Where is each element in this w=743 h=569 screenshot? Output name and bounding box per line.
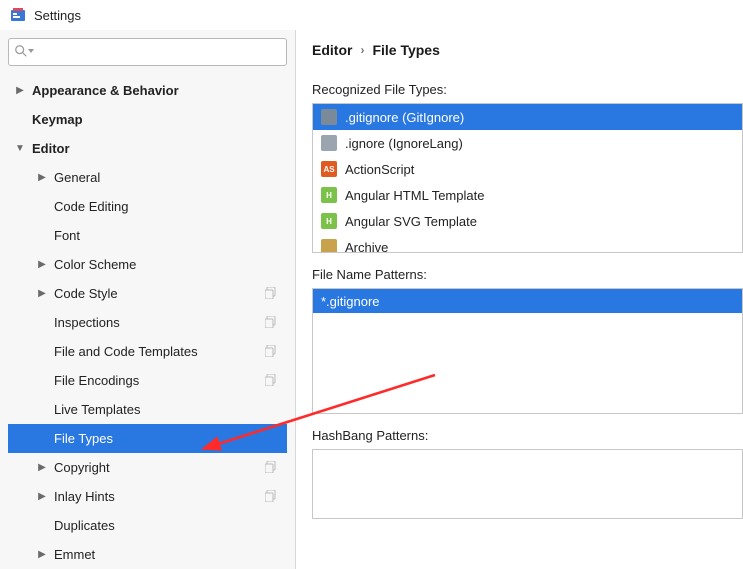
titlebar: Settings xyxy=(0,0,743,30)
sidebar-item-inlay-hints[interactable]: ▶ Inlay Hints xyxy=(8,482,287,511)
file-type-row[interactable]: .gitignore (GitIgnore) xyxy=(313,104,742,130)
sidebar-item-label: General xyxy=(54,170,100,185)
sidebar-item-label: Editor xyxy=(32,141,70,156)
hashbang-patterns-label: HashBang Patterns: xyxy=(312,428,743,443)
file-types-list[interactable]: .gitignore (GitIgnore) .ignore (IgnoreLan… xyxy=(312,103,743,253)
sidebar-item-inspections[interactable]: Inspections xyxy=(8,308,287,337)
sidebar-item-file-and-code-templates[interactable]: File and Code Templates xyxy=(8,337,287,366)
project-scope-icon xyxy=(265,345,277,360)
file-type-row[interactable]: H Angular SVG Template xyxy=(313,208,742,234)
window-title: Settings xyxy=(34,8,81,23)
file-type-row[interactable]: Archive xyxy=(313,234,742,253)
breadcrumb: Editor › File Types xyxy=(312,42,743,76)
file-type-icon xyxy=(321,135,337,151)
file-type-icon: H xyxy=(321,213,337,229)
sidebar-item-label: Emmet xyxy=(54,547,95,562)
pattern-row[interactable]: *.gitignore xyxy=(313,289,742,313)
recognized-file-types-label: Recognized File Types: xyxy=(312,82,743,97)
project-scope-icon xyxy=(265,316,277,331)
sidebar-item-editor[interactable]: ▼ Editor xyxy=(8,134,287,163)
patterns-list[interactable]: *.gitignore xyxy=(312,288,743,414)
file-type-icon xyxy=(321,239,337,253)
sidebar-item-label: Copyright xyxy=(54,460,110,475)
file-type-icon: H xyxy=(321,187,337,203)
sidebar-item-file-types[interactable]: File Types xyxy=(8,424,287,453)
sidebar-item-code-style[interactable]: ▶ Code Style xyxy=(8,279,287,308)
sidebar-item-live-templates[interactable]: Live Templates xyxy=(8,395,287,424)
chevron-right-icon: › xyxy=(360,43,364,57)
file-type-label: Archive xyxy=(345,240,388,254)
chevron-down-icon[interactable]: ▼ xyxy=(14,143,26,154)
breadcrumb-root[interactable]: Editor xyxy=(312,42,352,58)
sidebar-item-label: File Encodings xyxy=(54,373,139,388)
content-panel: Editor › File Types Recognized File Type… xyxy=(296,30,743,569)
chevron-right-icon[interactable]: ▶ xyxy=(36,491,48,502)
sidebar-item-file-encodings[interactable]: File Encodings xyxy=(8,366,287,395)
sidebar-item-label: Live Templates xyxy=(54,402,140,417)
sidebar-item-emmet[interactable]: ▶ Emmet xyxy=(8,540,287,569)
sidebar-item-keymap[interactable]: Keymap xyxy=(8,105,287,134)
project-scope-icon xyxy=(265,490,277,505)
sidebar-item-label: Color Scheme xyxy=(54,257,136,272)
file-type-label: ActionScript xyxy=(345,162,414,177)
settings-tree[interactable]: ▶ Appearance & Behavior Keymap ▼ Editor ▶ Gene… xyxy=(8,76,287,569)
sidebar-item-label: Inlay Hints xyxy=(54,489,115,504)
app-icon xyxy=(10,7,26,23)
pattern-label: *.gitignore xyxy=(321,294,380,309)
file-type-icon: AS xyxy=(321,161,337,177)
chevron-right-icon[interactable]: ▶ xyxy=(14,85,26,96)
sidebar-item-label: File and Code Templates xyxy=(54,344,198,359)
breadcrumb-leaf: File Types xyxy=(372,42,439,58)
search-wrap xyxy=(8,38,287,66)
sidebar-item-label: Code Style xyxy=(54,286,118,301)
sidebar-item-label: Keymap xyxy=(32,112,83,127)
chevron-right-icon[interactable]: ▶ xyxy=(36,288,48,299)
sidebar-item-font[interactable]: Font xyxy=(8,221,287,250)
chevron-right-icon[interactable]: ▶ xyxy=(36,172,48,183)
file-name-patterns-label: File Name Patterns: xyxy=(312,267,743,282)
file-type-label: .ignore (IgnoreLang) xyxy=(345,136,463,151)
sidebar-item-copyright[interactable]: ▶ Copyright xyxy=(8,453,287,482)
sidebar-item-color-scheme[interactable]: ▶ Color Scheme xyxy=(8,250,287,279)
project-scope-icon xyxy=(265,461,277,476)
chevron-right-icon[interactable]: ▶ xyxy=(36,259,48,270)
main-layout: ▶ Appearance & Behavior Keymap ▼ Editor ▶ Gene… xyxy=(0,30,743,569)
chevron-right-icon[interactable]: ▶ xyxy=(36,462,48,473)
file-type-label: .gitignore (GitIgnore) xyxy=(345,110,464,125)
settings-sidebar: ▶ Appearance & Behavior Keymap ▼ Editor ▶ Gene… xyxy=(0,30,296,569)
file-type-row[interactable]: H Angular HTML Template xyxy=(313,182,742,208)
file-type-label: Angular SVG Template xyxy=(345,214,477,229)
search-input[interactable] xyxy=(8,38,287,66)
sidebar-item-label: Code Editing xyxy=(54,199,128,214)
project-scope-icon xyxy=(265,287,277,302)
hashbang-list[interactable] xyxy=(312,449,743,519)
file-type-row[interactable]: .ignore (IgnoreLang) xyxy=(313,130,742,156)
sidebar-item-label: Inspections xyxy=(54,315,120,330)
project-scope-icon xyxy=(265,374,277,389)
sidebar-item-code-editing[interactable]: Code Editing xyxy=(8,192,287,221)
file-type-label: Angular HTML Template xyxy=(345,188,484,203)
sidebar-item-label: Appearance & Behavior xyxy=(32,83,179,98)
sidebar-item-duplicates[interactable]: Duplicates xyxy=(8,511,287,540)
sidebar-item-label: Duplicates xyxy=(54,518,115,533)
sidebar-item-general[interactable]: ▶ General xyxy=(8,163,287,192)
sidebar-item-label: Font xyxy=(54,228,80,243)
file-type-icon xyxy=(321,109,337,125)
sidebar-item-appearance-behavior[interactable]: ▶ Appearance & Behavior xyxy=(8,76,287,105)
chevron-right-icon[interactable]: ▶ xyxy=(36,549,48,560)
search-dropdown-icon[interactable] xyxy=(28,49,34,53)
file-type-row[interactable]: AS ActionScript xyxy=(313,156,742,182)
search-icon xyxy=(14,44,28,61)
sidebar-item-label: File Types xyxy=(54,431,113,446)
